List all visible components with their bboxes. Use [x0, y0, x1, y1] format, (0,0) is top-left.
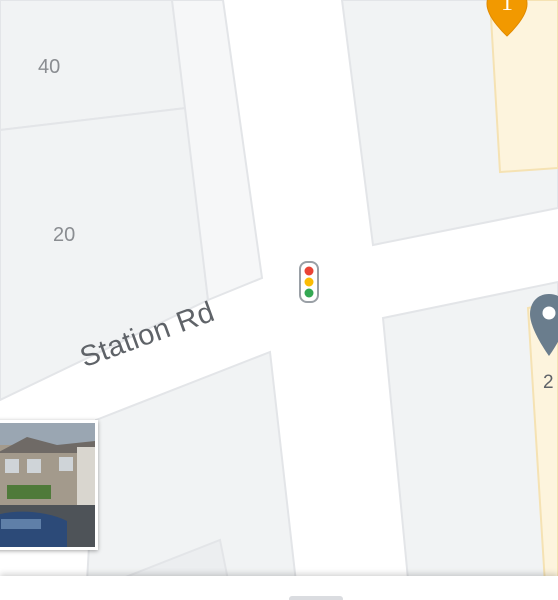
partial-house-number: 2	[543, 372, 554, 393]
bottom-sheet-handle[interactable]	[289, 596, 343, 600]
shop-pin-number: 1	[501, 0, 513, 16]
map-view[interactable]: 40 20 Station Rd 1 2	[0, 0, 558, 600]
shopping-pin-icon[interactable]: 1	[485, 0, 529, 38]
street-view-photo	[0, 423, 95, 547]
bottom-sheet	[0, 576, 558, 600]
house-number-label: 40	[38, 56, 61, 78]
house-number-label: 20	[53, 224, 76, 246]
location-pin-icon[interactable]	[528, 292, 558, 358]
traffic-light-icon	[299, 261, 319, 303]
street-view-thumbnail[interactable]	[0, 420, 98, 550]
